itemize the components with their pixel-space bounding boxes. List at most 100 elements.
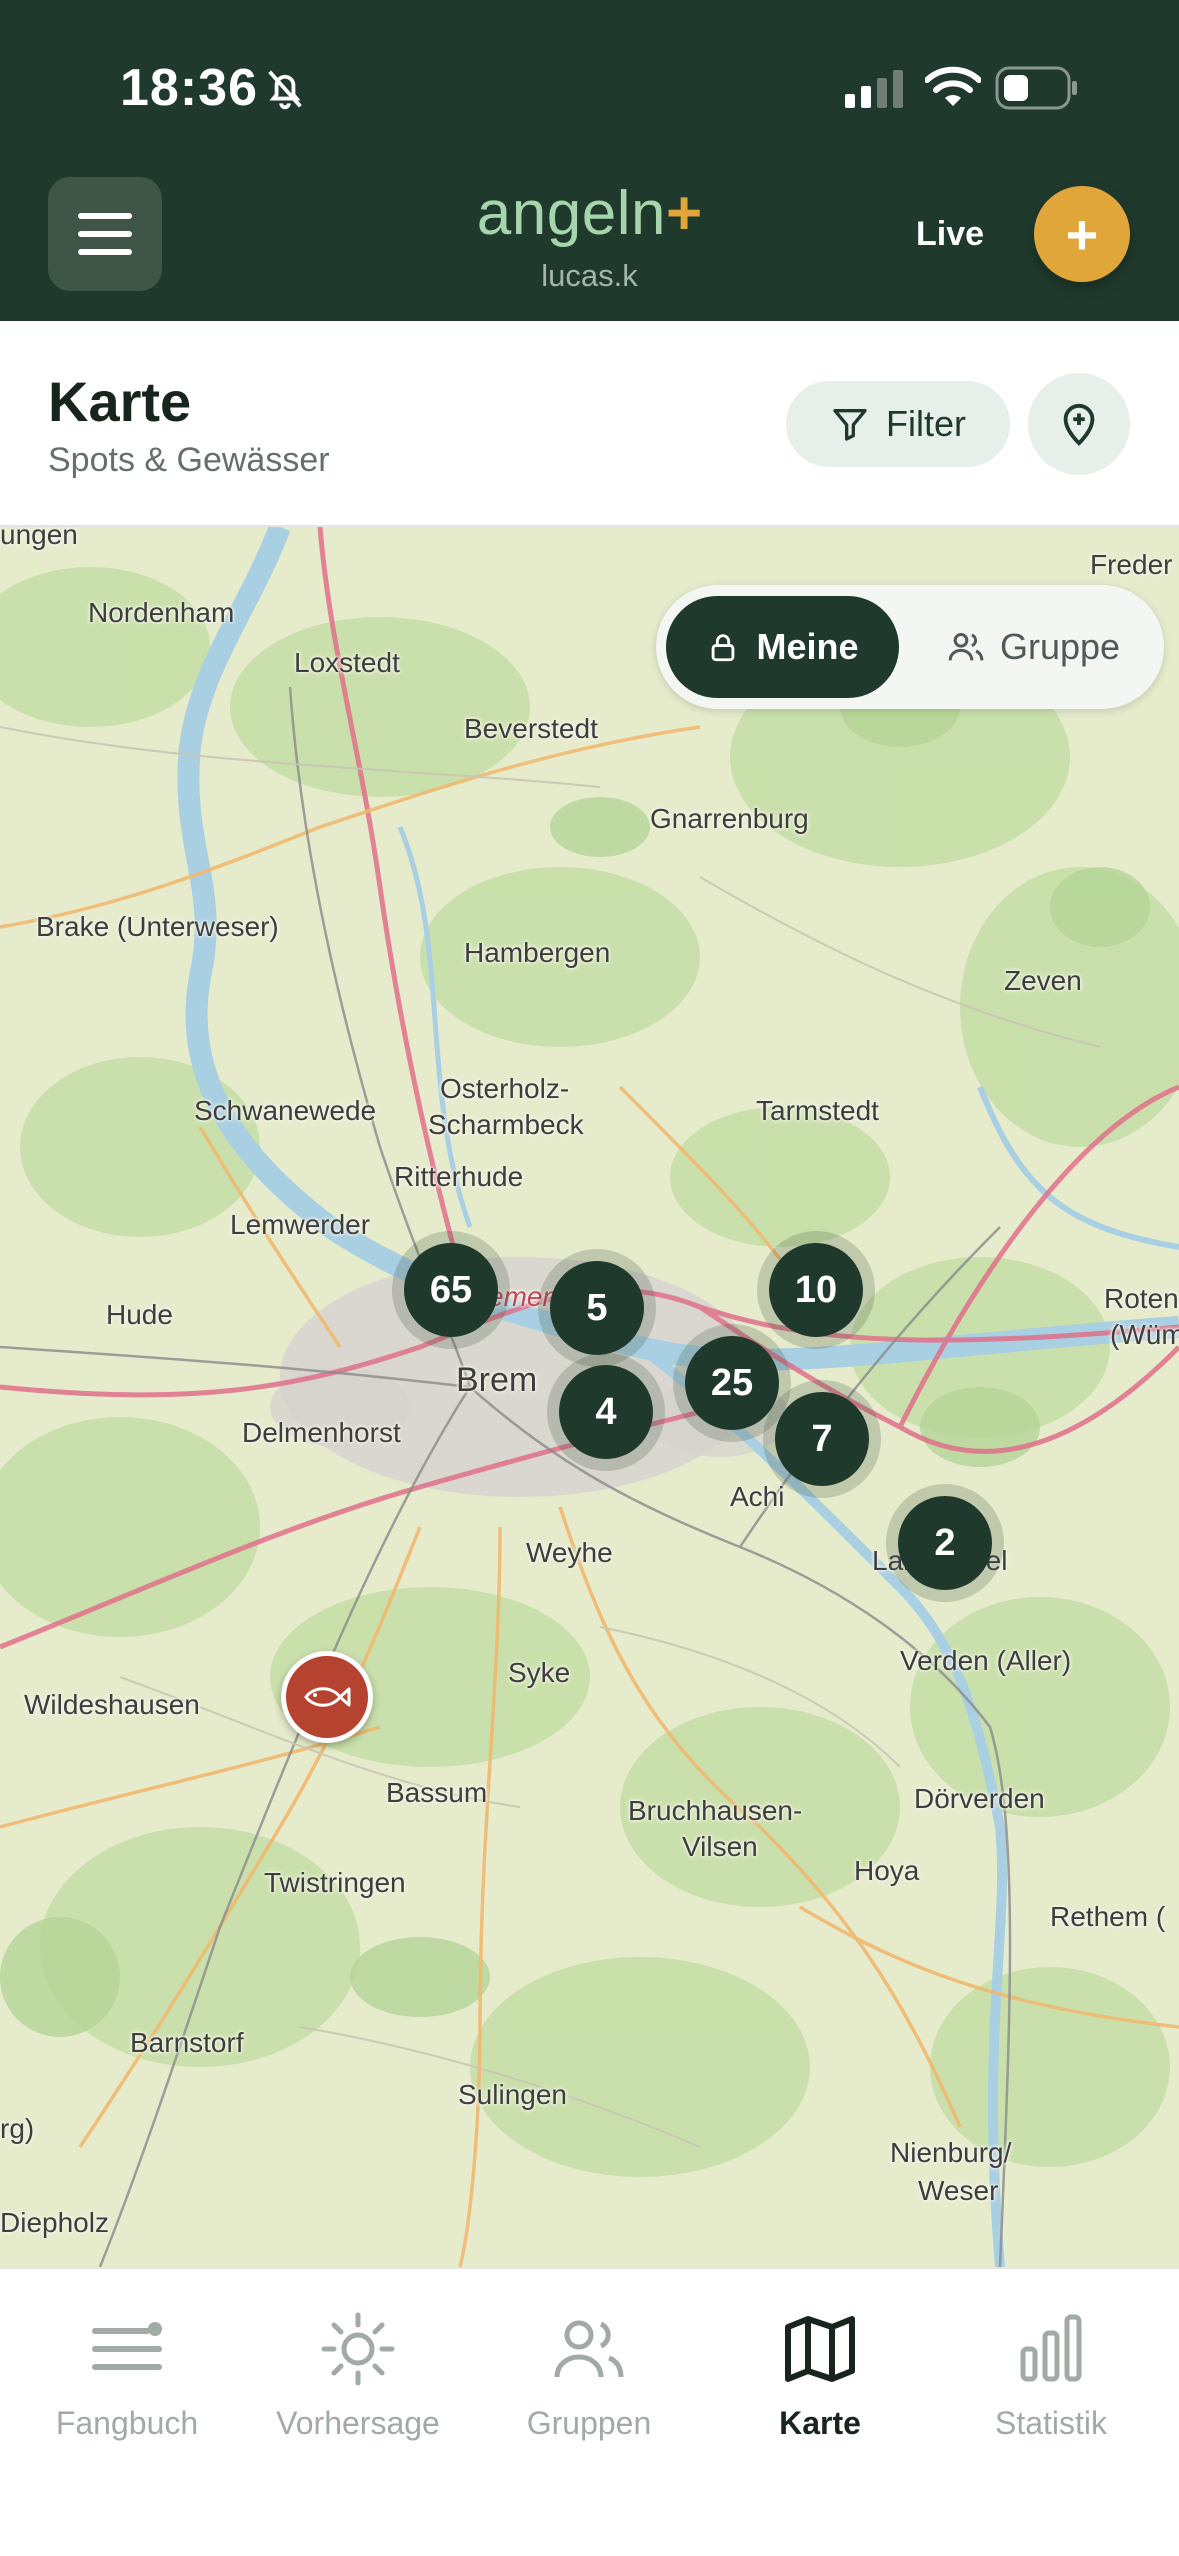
page-header: Karte Spots & Gewässer Filter	[0, 321, 1179, 527]
place-label: ungen	[0, 527, 78, 550]
place-label: Hude	[106, 1299, 173, 1330]
place-label: Lemwerder	[230, 1209, 371, 1240]
filter-icon	[833, 409, 867, 441]
place-label: Vilsen	[682, 1831, 758, 1862]
toggle-group[interactable]: Gruppe	[918, 596, 1148, 698]
app-screen: 18:36 angeln+ lucas.k Live + Karte Spots…	[0, 0, 1179, 2556]
place-label: rg)	[0, 2113, 35, 2144]
place-label: Verden (Aller)	[900, 1645, 1072, 1676]
cluster-count: 65	[429, 1268, 473, 1311]
spot-cluster[interactable]: 10	[757, 1231, 875, 1349]
brand-name: angeln	[476, 179, 666, 248]
place-label: Weyhe	[526, 1537, 613, 1568]
users-icon	[554, 2320, 624, 2378]
spot-cluster[interactable]: 7	[763, 1380, 881, 1498]
filter-label: Filter	[886, 403, 966, 444]
brand-logo: angeln+	[0, 178, 1179, 249]
cluster-count: 7	[811, 1417, 833, 1460]
map-view[interactable]: ungen Freder Nordenham Loxstedt Beverste…	[0, 527, 1179, 2267]
spot-cluster[interactable]: 4	[547, 1353, 665, 1471]
nav-label: Gruppen	[526, 2405, 652, 2441]
place-label: Sulingen	[458, 2079, 567, 2110]
place-label: Dörverden	[914, 1783, 1045, 1814]
cluster-count: 5	[586, 1286, 608, 1329]
place-label: Diepholz	[0, 2207, 109, 2238]
spot-cluster-core: 5	[550, 1261, 644, 1355]
spot-cluster[interactable]: 5	[538, 1249, 656, 1367]
fish-icon	[304, 1687, 351, 1707]
place-label: Achi	[730, 1481, 785, 1512]
place-label: Loxstedt	[294, 647, 400, 678]
signal-icon	[845, 70, 903, 108]
sun-icon	[321, 2312, 395, 2386]
current-user: lucas.k	[541, 258, 638, 293]
battery-icon	[995, 66, 1077, 110]
place-label: Osterholz-	[440, 1073, 570, 1104]
filter-button[interactable]: Filter	[786, 381, 1010, 467]
place-label: Schwanewede	[194, 1095, 377, 1126]
spot-cluster-core: 7	[775, 1392, 869, 1486]
toggle-mine-label: Meine	[756, 626, 859, 667]
toggle-group-label: Gruppe	[999, 626, 1121, 667]
app-header: 18:36 angeln+ lucas.k Live +	[0, 0, 1179, 321]
place-label: Ritterhude	[394, 1161, 524, 1192]
place-label: Brem	[456, 1361, 538, 1399]
place-label: Barnstorf	[130, 2027, 244, 2058]
status-time: 18:36	[120, 59, 258, 117]
live-button[interactable]: Live	[916, 215, 984, 254]
brand-plus: +	[665, 179, 703, 248]
cluster-count: 25	[710, 1361, 754, 1404]
place-label: Delmenhorst	[242, 1417, 401, 1448]
place-label: Bruchhausen-	[628, 1795, 803, 1826]
nav-label: Vorhersage	[276, 2405, 440, 2441]
nav-label: Karte	[779, 2405, 861, 2441]
bar-chart-icon	[1020, 2314, 1082, 2382]
page-title: Karte	[48, 370, 192, 433]
place-label: Syke	[508, 1657, 571, 1688]
bell-muted-icon	[268, 70, 302, 110]
spot-cluster[interactable]: 2	[886, 1484, 1004, 1602]
nav-label: Statistik	[994, 2405, 1108, 2441]
place-label: Zeven	[1004, 965, 1082, 996]
spot-cluster-core: 25	[685, 1336, 779, 1430]
nav-karte[interactable]: Karte	[705, 2309, 935, 2442]
place-label: Hambergen	[464, 937, 611, 968]
toggle-mine[interactable]: Meine	[666, 596, 899, 698]
place-label: Bassum	[386, 1777, 488, 1808]
place-label: Scharmbeck	[428, 1109, 584, 1140]
nav-vorhersage[interactable]: Vorhersage	[243, 2309, 473, 2442]
spot-cluster[interactable]: 65	[392, 1231, 510, 1349]
place-label: Nordenham	[88, 597, 235, 628]
spot-cluster-core: 65	[404, 1243, 498, 1337]
cluster-count: 2	[934, 1521, 956, 1564]
lock-icon	[712, 634, 735, 662]
place-label: Wildeshausen	[24, 1689, 200, 1720]
list-icon	[92, 2322, 162, 2370]
place-label: Weser	[918, 2175, 999, 2206]
place-label: Nienburg/	[890, 2137, 1012, 2168]
place-label: Gnarrenburg	[650, 803, 809, 834]
add-spot-button[interactable]	[1028, 373, 1130, 475]
fish-spot-marker[interactable]	[281, 1651, 373, 1743]
spot-cluster-core: 10	[769, 1243, 863, 1337]
cluster-count: 4	[595, 1390, 617, 1433]
nav-gruppen[interactable]: Gruppen	[474, 2309, 704, 2442]
place-label: Hoya	[854, 1855, 920, 1886]
nav-statistik[interactable]: Statistik	[936, 2309, 1166, 2442]
spot-cluster-core: 4	[559, 1365, 653, 1459]
add-button[interactable]: +	[1034, 186, 1130, 282]
cluster-count: 10	[794, 1268, 838, 1311]
spot-cluster-core: 2	[898, 1496, 992, 1590]
place-label: Roten	[1104, 1283, 1179, 1314]
place-label: Freder	[1090, 549, 1173, 580]
place-label: Tarmstedt	[756, 1095, 879, 1126]
map-icon	[785, 2316, 855, 2382]
place-label: Rethem (	[1050, 1901, 1166, 1932]
wifi-icon	[925, 66, 981, 106]
users-icon	[948, 633, 984, 661]
map-pin-plus-icon	[1063, 403, 1095, 446]
nav-fangbuch[interactable]: Fangbuch	[12, 2309, 242, 2442]
place-label: Brake (Unterweser)	[36, 911, 279, 942]
place-label: Beverstedt	[464, 713, 598, 744]
place-label: Twistringen	[264, 1867, 406, 1898]
